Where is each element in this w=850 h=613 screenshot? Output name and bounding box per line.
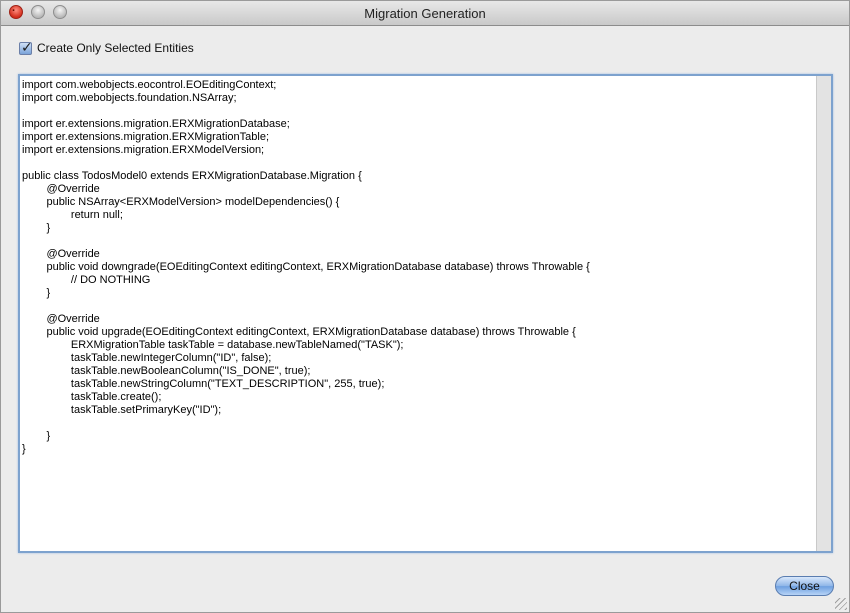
create-only-selected-option[interactable]: ✓ Create Only Selected Entities	[19, 38, 194, 55]
title-bar[interactable]: · Migration Generation	[1, 1, 849, 26]
migration-code-textarea[interactable]: import com.webobjects.eocontrol.EOEditin…	[18, 74, 833, 553]
create-only-selected-checkbox[interactable]: ✓	[19, 38, 33, 55]
migration-generation-window: · Migration Generation ✓ Create Only Sel…	[0, 0, 850, 613]
resize-grip-icon[interactable]	[835, 598, 847, 610]
create-only-selected-label[interactable]: Create Only Selected Entities	[37, 41, 194, 55]
checkmark-icon: ✓	[21, 38, 33, 55]
vertical-scrollbar[interactable]	[816, 76, 831, 551]
migration-code-text[interactable]: import com.webobjects.eocontrol.EOEditin…	[20, 76, 831, 456]
close-button[interactable]: Close	[775, 576, 834, 596]
window-title: Migration Generation	[364, 6, 486, 21]
